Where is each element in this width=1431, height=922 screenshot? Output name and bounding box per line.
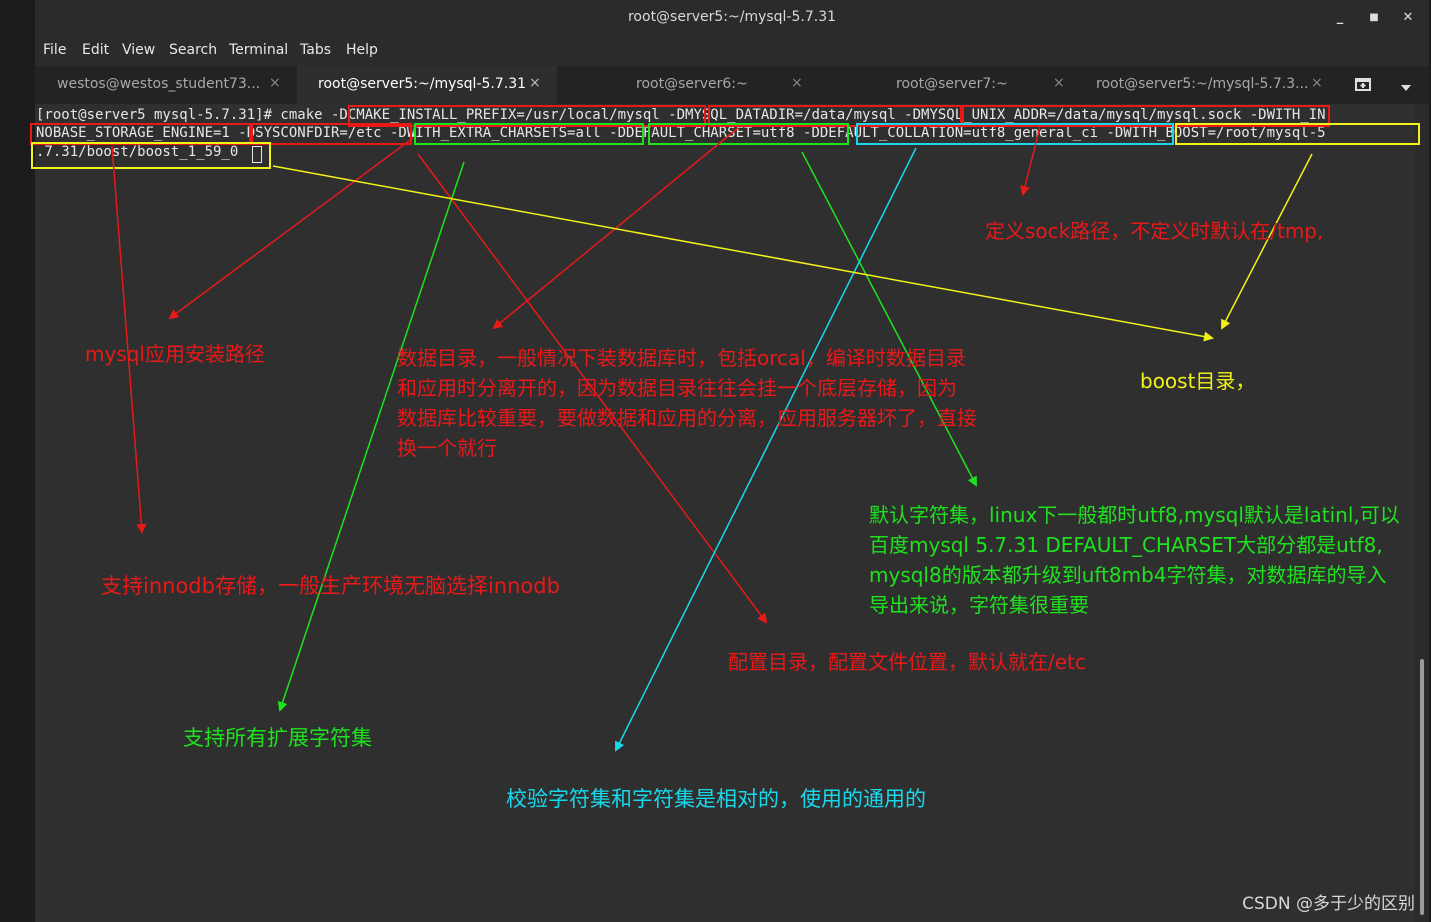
annotation-sock: 定义sock路径，不定义时默认在/tmp, xyxy=(985,219,1324,243)
highlight-innodb xyxy=(30,123,251,145)
annotation-extra-charsets: 支持所有扩展字符集 xyxy=(183,726,372,750)
annotation-sysconfdir: 配置目录，配置文件位置，默认就在/etc xyxy=(728,650,1086,674)
arrow-prefix xyxy=(168,137,414,320)
annotation-line: 数据库比较重要，要做数据和应用的分离，应用服务器坏了，直接 xyxy=(397,406,977,430)
annotation-datadir: 数据目录，一般情况下装数据库时，包括orcal，编译时数据目录 和应用时分离开的… xyxy=(397,343,977,463)
annotation-line: 数据目录，一般情况下装数据库时，包括orcal，编译时数据目录 xyxy=(397,346,966,370)
annotation-boost: boost目录， xyxy=(1140,369,1256,393)
watermark: CSDN @多于少的区别 xyxy=(1242,894,1415,914)
annotation-line: 默认字符集，linux下一般都时utf8,mysql默认是latinl,可以 xyxy=(869,503,1400,527)
annotation-innodb: 支持innodb存储，一般生产环境无脑选择innodb xyxy=(101,574,560,598)
annotation-line: 和应用时分离开的，因为数据目录往往会挂一个底层存储，因为 xyxy=(397,376,957,400)
annotation-line: 百度mysql 5.7.31 DEFAULT_CHARSET大部分都是utf8, xyxy=(869,533,1383,557)
annotation-prefix: mysql应用安装路径 xyxy=(85,342,265,366)
annotation-line: 导出来说，字符集很重要 xyxy=(869,593,1089,617)
annotation-collation: 校验字符集和字符集是相对的，使用的通用的 xyxy=(506,787,926,811)
annotation-charset: 默认字符集，linux下一般都时utf8,mysql默认是latinl,可以 百… xyxy=(869,500,1400,620)
annotation-line: mysql8的版本都升级到uft8mb4字符集，对数据库的导入 xyxy=(869,563,1387,587)
arrow-sock xyxy=(1020,126,1041,196)
highlight-boost-path xyxy=(31,142,271,169)
annotation-line: 换一个就行 xyxy=(397,436,497,460)
arrow-datadir xyxy=(492,127,739,330)
